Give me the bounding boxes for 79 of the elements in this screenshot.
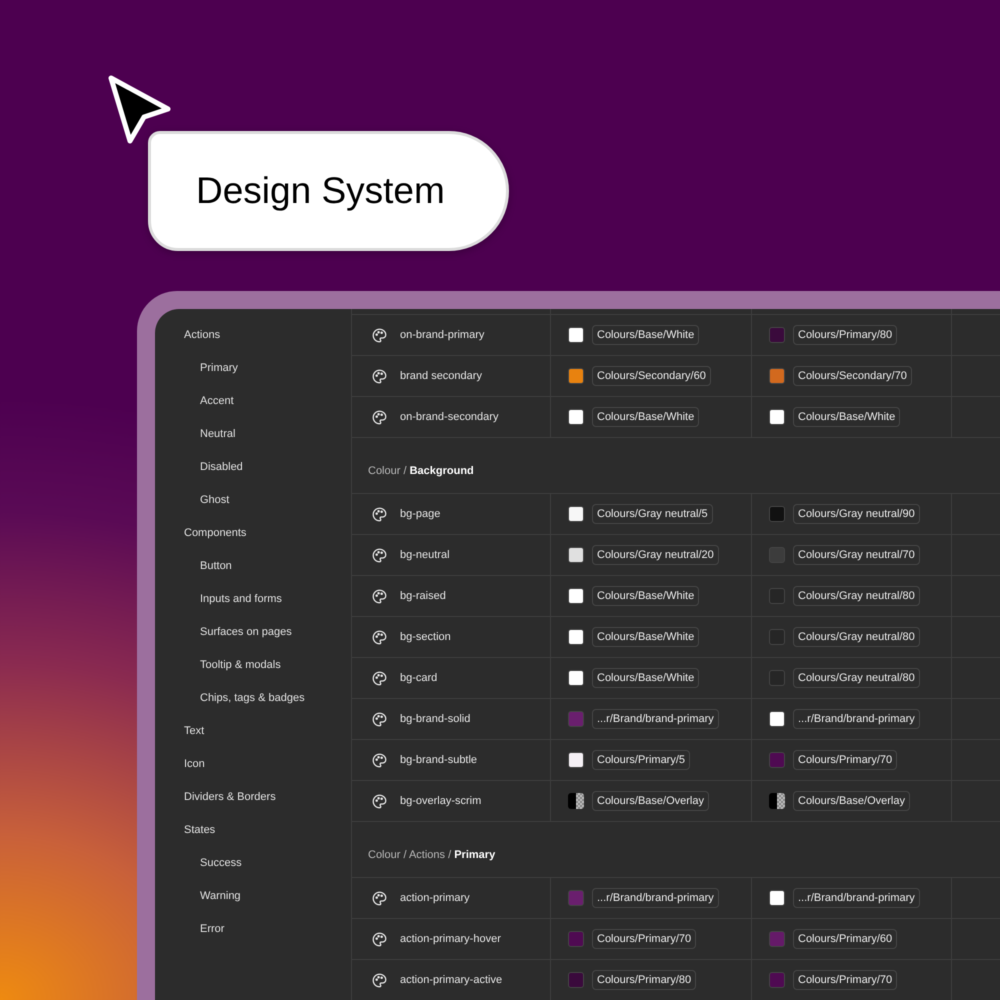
token-name: bg-raised: [400, 588, 446, 604]
sidebar-item[interactable]: Button: [200, 558, 232, 575]
sidebar-item[interactable]: Warning: [200, 888, 241, 905]
palette-icon: [372, 328, 387, 342]
color-token-chip: Colours/Gray neutral/70: [793, 545, 920, 565]
color-token-chip: ...r/Brand/brand-primary: [793, 888, 920, 908]
color-token-chip: Colours/Base/White: [592, 407, 700, 427]
sidebar-item[interactable]: Dividers & Borders: [184, 789, 276, 806]
token-name: action-primary-active: [400, 972, 502, 988]
color-token-chip: Colours/Primary/70: [793, 970, 898, 990]
sidebar-item[interactable]: Disabled: [200, 459, 243, 476]
palette-icon: [372, 972, 387, 988]
sidebar-item[interactable]: Neutral: [200, 426, 236, 443]
sidebar-item[interactable]: Ghost: [200, 492, 230, 509]
token-name: action-primary-hover: [400, 932, 501, 947]
sidebar-item[interactable]: Tooltip & modals: [200, 657, 281, 674]
palette-icon: [372, 588, 387, 604]
token-name: bg-overlay-scrim: [400, 794, 482, 809]
sidebar-item[interactable]: Chips, tags & badges: [200, 690, 305, 707]
color-token-chip: Colours/Primary/80: [592, 970, 696, 990]
palette-icon: [372, 630, 387, 644]
token-name: brand secondary: [400, 368, 482, 384]
color-token-chip: Colours/Base/White: [592, 586, 700, 606]
sidebar-item[interactable]: Surfaces on pages: [200, 624, 292, 641]
color-token-chip: ...r/Brand/brand-primary: [793, 709, 920, 729]
palette-icon: [372, 506, 387, 522]
sidebar-item[interactable]: Success: [200, 855, 242, 872]
color-token-chip: Colours/Base/Overlay: [793, 791, 910, 811]
palette-icon: [372, 548, 387, 562]
color-token-chip: Colours/Primary/70: [592, 929, 696, 949]
palette-icon: [372, 932, 387, 946]
token-name: bg-brand-solid: [400, 712, 470, 727]
token-name: on-brand-primary: [400, 328, 484, 343]
palette-icon: [372, 794, 387, 808]
color-token-chip: Colours/Gray neutral/80: [793, 668, 920, 688]
token-name: on-brand-secondary: [400, 410, 498, 425]
palette-icon: [372, 890, 387, 906]
color-token-chip: Colours/Secondary/70: [793, 366, 912, 386]
palette-icon: [372, 752, 387, 768]
color-token-chip: Colours/Primary/80: [793, 325, 898, 345]
color-token-chip: Colours/Base/White: [592, 668, 700, 688]
color-token-chip: Colours/Primary/60: [793, 929, 898, 949]
sidebar-item[interactable]: Components: [184, 525, 246, 542]
token-name: action-primary: [400, 890, 470, 906]
section-heading: Colour / Actions / Primary: [368, 848, 496, 862]
token-name: bg-neutral: [400, 548, 450, 563]
sidebar-item[interactable]: Accent: [200, 393, 234, 410]
sidebar-item[interactable]: Primary: [200, 360, 238, 377]
sidebar-item[interactable]: Error: [200, 921, 224, 938]
palette-icon: [372, 368, 387, 384]
cursor-icon: [106, 73, 172, 145]
token-name: bg-card: [400, 670, 438, 686]
color-token-chip: Colours/Gray neutral/80: [793, 627, 920, 647]
palette-icon: [372, 712, 387, 726]
color-token-chip: Colours/Base/White: [592, 627, 700, 647]
design-system-label: Design System: [148, 131, 509, 251]
color-token-chip: Colours/Base/White: [793, 407, 900, 427]
token-name: bg-page: [400, 506, 440, 522]
color-token-chip: Colours/Gray neutral/20: [592, 545, 719, 565]
palette-icon: [372, 670, 387, 686]
color-token-chip: Colours/Primary/70: [793, 750, 898, 770]
color-token-chip: Colours/Primary/5: [592, 750, 690, 770]
sidebar-item[interactable]: Actions: [184, 327, 220, 344]
color-token-chip: ...r/Brand/brand-primary: [592, 709, 719, 729]
sidebar-item[interactable]: Inputs and forms: [200, 591, 282, 608]
sidebar-item[interactable]: Icon: [184, 756, 205, 773]
palette-icon: [372, 410, 387, 424]
color-token-chip: ...r/Brand/brand-primary: [592, 888, 719, 908]
token-name: bg-section: [400, 630, 451, 645]
color-token-chip: Colours/Gray neutral/90: [793, 504, 920, 524]
sidebar-item[interactable]: States: [184, 822, 216, 839]
sidebar-item[interactable]: Text: [184, 723, 204, 740]
color-token-chip: Colours/Gray neutral/5: [592, 504, 713, 524]
token-name: bg-brand-subtle: [400, 752, 478, 768]
color-token-chip: Colours/Base/White: [592, 325, 700, 345]
color-token-chip: Colours/Gray neutral/80: [793, 586, 920, 606]
color-token-chip: Colours/Secondary/60: [592, 366, 711, 386]
section-heading: Colour / Background: [368, 464, 474, 478]
color-token-chip: Colours/Base/Overlay: [592, 791, 709, 811]
